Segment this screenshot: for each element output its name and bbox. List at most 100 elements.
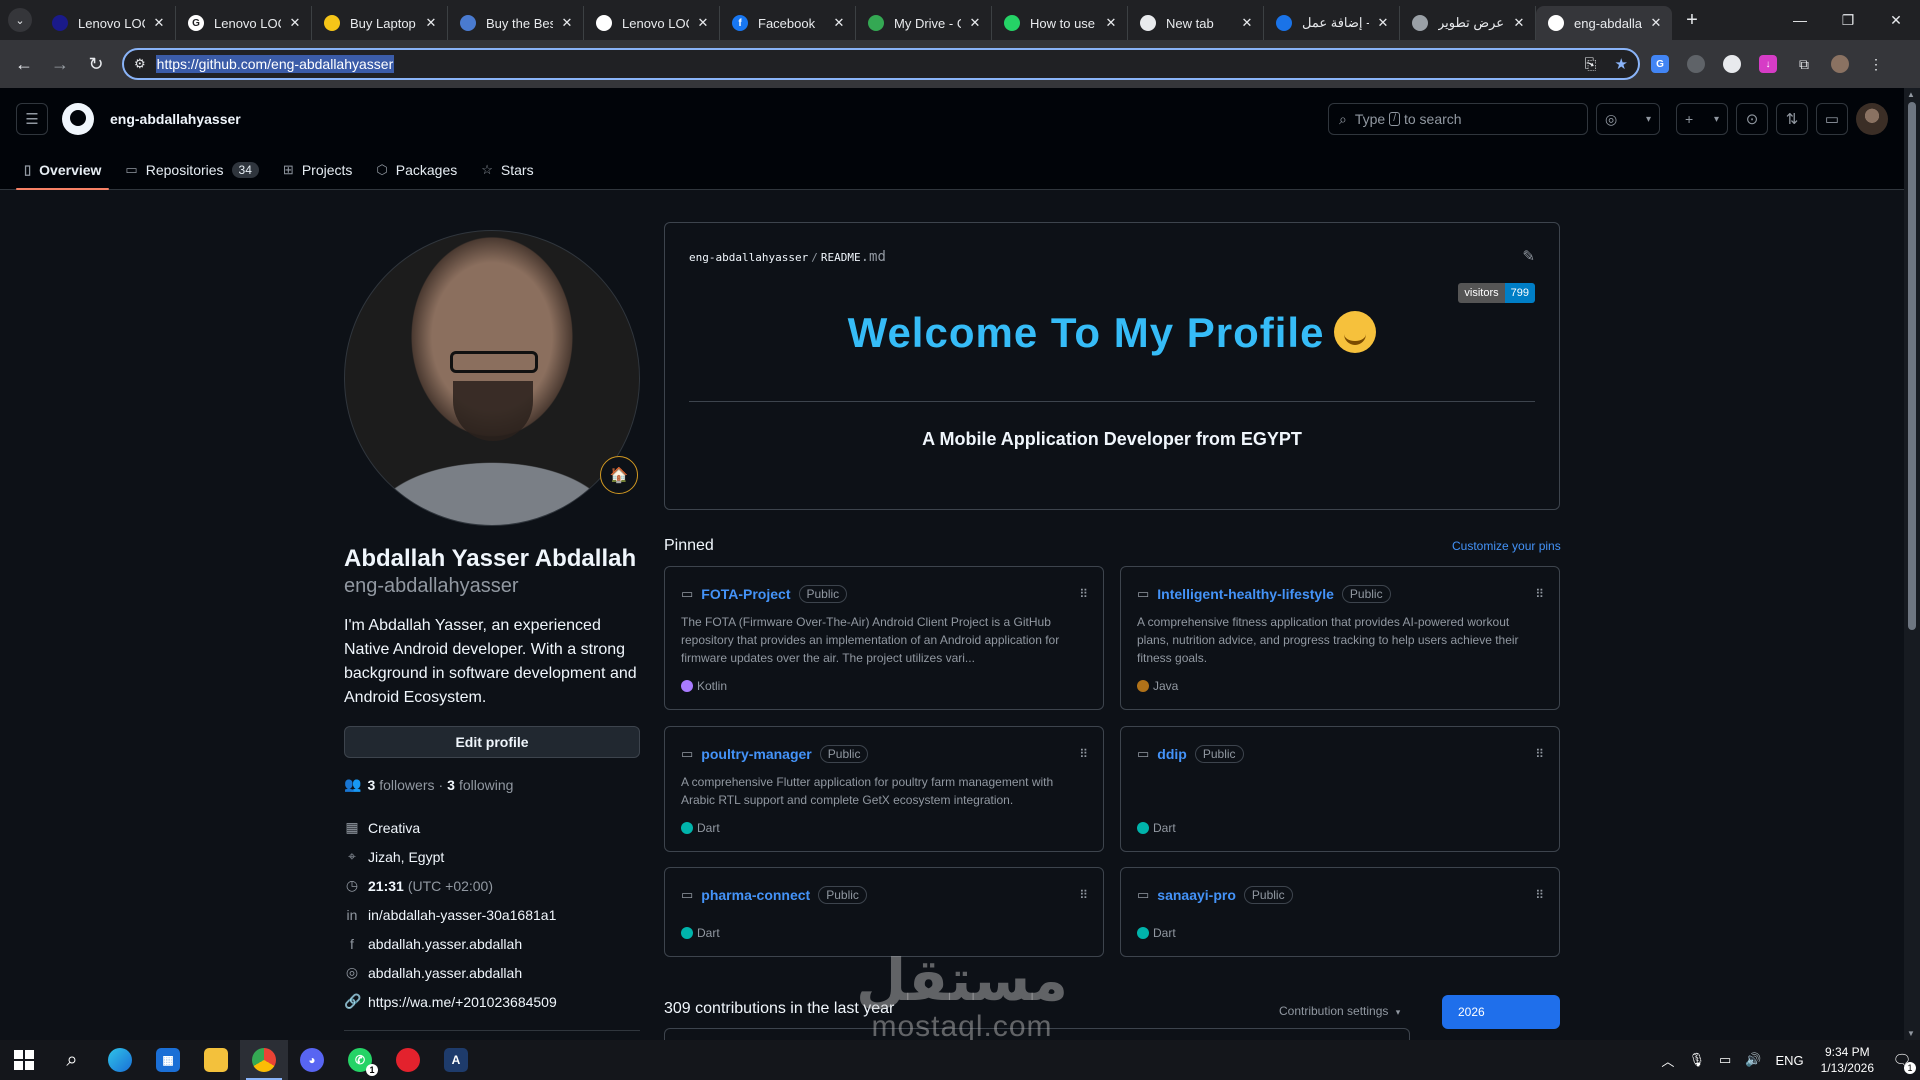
readme-file-link[interactable]: README (821, 251, 861, 264)
tab-repositories[interactable]: ▭ Repositories 34 (117, 150, 266, 190)
browser-tab[interactable]: Buy Laptop f ✕ (312, 6, 448, 40)
browser-tab[interactable]: New tab ✕ (1128, 6, 1264, 40)
notification-center-button[interactable]: 🗨 1 (1884, 1040, 1920, 1080)
reload-icon[interactable]: ↻ (80, 48, 112, 80)
readme-owner-link[interactable]: eng-abdallahyasser (689, 251, 808, 264)
extension-icon-white[interactable] (1716, 48, 1748, 80)
drag-handle-icon[interactable]: ⠿ (1535, 888, 1544, 902)
customize-pins-link[interactable]: Customize your pins (1452, 539, 1561, 553)
site-info-icon[interactable]: ⚙ (134, 56, 146, 72)
scroll-down-icon[interactable]: ▼ (1907, 1029, 1915, 1038)
website-item[interactable]: 🔗 https://wa.me/+201023684509 (344, 987, 640, 1016)
page-scrollbar[interactable]: ▲ ▼ (1904, 88, 1920, 1040)
copilot-button[interactable]: ◎ ▾ (1596, 103, 1660, 135)
browser-tab[interactable]: Buy the Best ✕ (448, 6, 584, 40)
tab-close-icon[interactable]: ✕ (1511, 15, 1527, 31)
address-bar[interactable]: ⚙ https://github.com/eng-abdallahyasser … (122, 48, 1640, 80)
facebook-link[interactable]: abdallah.yasser.abdallah (368, 936, 522, 952)
browser-tab[interactable]: eng-abdallal ✕ (1536, 6, 1672, 40)
browser-tab[interactable]: How to use ✕ (992, 6, 1128, 40)
url-text[interactable]: https://github.com/eng-abdallahyasser (155, 55, 395, 73)
extensions-puzzle-icon[interactable]: ⧉ (1788, 48, 1820, 80)
repo-name-link[interactable]: pharma-connect (701, 887, 810, 903)
scrollbar-thumb[interactable] (1908, 102, 1916, 630)
browser-tab[interactable]: إضافة عمل - ✕ (1264, 6, 1400, 40)
taskbar-whatsapp[interactable]: ✆ 1 (336, 1040, 384, 1080)
tab-stars[interactable]: ☆ Stars (473, 150, 541, 190)
taskbar-edge[interactable] (96, 1040, 144, 1080)
drag-handle-icon[interactable]: ⠿ (1079, 747, 1088, 761)
drag-handle-icon[interactable]: ⠿ (1535, 587, 1544, 601)
drag-handle-icon[interactable]: ⠿ (1079, 587, 1088, 601)
followers-link[interactable]: followers (379, 777, 434, 793)
browser-tab[interactable]: Lenovo LOQ ✕ (40, 6, 176, 40)
back-icon[interactable]: ← (8, 48, 40, 80)
close-window-icon[interactable]: ✕ (1872, 0, 1920, 40)
minimize-icon[interactable]: — (1776, 0, 1824, 40)
followers-count[interactable]: 3 (367, 777, 375, 793)
status-house-icon[interactable]: 🏠 (600, 456, 638, 494)
linkedin-item[interactable]: in in/abdallah-yasser-30a1681a1 (344, 900, 640, 929)
instagram-item[interactable]: ◎ abdallah.yasser.abdallah (344, 958, 640, 987)
instagram-link[interactable]: abdallah.yasser.abdallah (368, 965, 522, 981)
tab-packages[interactable]: ⬡ Packages (368, 150, 465, 190)
install-app-icon[interactable]: ⎘ (1585, 56, 1597, 73)
forward-icon[interactable]: → (44, 48, 76, 80)
browser-tab[interactable]: G Lenovo LOQ ✕ (176, 6, 312, 40)
taskbar-chrome[interactable] (240, 1040, 288, 1080)
inbox-icon[interactable]: ▭ (1816, 103, 1848, 135)
header-username[interactable]: eng-abdallahyasser (110, 111, 241, 127)
repo-name-link[interactable]: FOTA-Project (701, 586, 790, 602)
github-logo-icon[interactable] (62, 103, 94, 135)
tab-close-icon[interactable]: ✕ (1239, 15, 1255, 31)
new-tab-button[interactable]: + (1678, 6, 1706, 34)
bookmark-star-icon[interactable]: ★ (1615, 55, 1628, 73)
facebook-item[interactable]: f abdallah.yasser.abdallah (344, 929, 640, 958)
website-link[interactable]: https://wa.me/+201023684509 (368, 994, 557, 1010)
browser-tab[interactable]: f Facebook ✕ (720, 6, 856, 40)
tab-close-icon[interactable]: ✕ (967, 15, 983, 31)
tab-close-icon[interactable]: ✕ (287, 15, 303, 31)
year-2026-button[interactable]: 2026 (1442, 995, 1560, 1029)
taskbar-discord[interactable]: ◕ (288, 1040, 336, 1080)
following-count[interactable]: 3 (447, 777, 455, 793)
browser-tab[interactable]: عرض تطوير ✕ (1400, 6, 1536, 40)
network-icon[interactable]: ▭ (1719, 1052, 1731, 1068)
drag-handle-icon[interactable]: ⠿ (1535, 747, 1544, 761)
browser-tab[interactable]: Lenovo LOQ ✕ (584, 6, 720, 40)
tab-projects[interactable]: ⊞ Projects (275, 150, 360, 190)
tab-close-icon[interactable]: ✕ (151, 15, 167, 31)
taskbar-android-studio[interactable]: A (432, 1040, 480, 1080)
volume-icon[interactable]: 🔊 (1745, 1052, 1761, 1068)
contribution-settings-dropdown[interactable]: Contribution settings ▾ (1279, 1004, 1400, 1018)
profile-avatar-icon[interactable] (1824, 48, 1856, 80)
repo-name-link[interactable]: sanaayi-pro (1157, 887, 1236, 903)
user-avatar-menu[interactable] (1856, 103, 1888, 135)
chrome-menu-icon[interactable]: ⋮ (1860, 48, 1892, 80)
profile-avatar[interactable] (344, 230, 640, 526)
repo-name-link[interactable]: Intelligent-healthy-lifestyle (1157, 586, 1334, 602)
start-button[interactable] (0, 1040, 48, 1080)
tab-close-icon[interactable]: ✕ (1103, 15, 1119, 31)
taskbar-search[interactable]: ⌕ (48, 1040, 96, 1080)
tab-overview[interactable]: ▯ Overview (16, 150, 110, 190)
input-language[interactable]: ENG (1775, 1053, 1803, 1068)
following-link[interactable]: following (459, 777, 513, 793)
tab-close-icon[interactable]: ✕ (559, 15, 575, 31)
create-new-button[interactable]: + ▾ (1676, 103, 1728, 135)
repo-name-link[interactable]: ddip (1157, 746, 1187, 762)
taskbar-app-red[interactable] (384, 1040, 432, 1080)
translate-extension-icon[interactable]: G (1644, 48, 1676, 80)
microphone-icon[interactable]: 🎙 (1688, 1052, 1705, 1068)
linkedin-link[interactable]: in/abdallah-yasser-30a1681a1 (368, 907, 556, 923)
extension-icon-grey[interactable] (1680, 48, 1712, 80)
hamburger-menu-icon[interactable]: ☰ (16, 103, 48, 135)
tab-close-icon[interactable]: ✕ (1648, 15, 1664, 31)
tab-close-icon[interactable]: ✕ (423, 15, 439, 31)
taskbar-clock[interactable]: 9:34 PM 1/13/2026 (1821, 1044, 1874, 1076)
taskbar-store[interactable]: ▦ (144, 1040, 192, 1080)
tab-close-icon[interactable]: ✕ (1375, 15, 1391, 31)
edit-pencil-icon[interactable]: ✎ (1522, 247, 1535, 265)
issues-icon[interactable]: ⊙ (1736, 103, 1768, 135)
pull-requests-icon[interactable]: ⇅ (1776, 103, 1808, 135)
